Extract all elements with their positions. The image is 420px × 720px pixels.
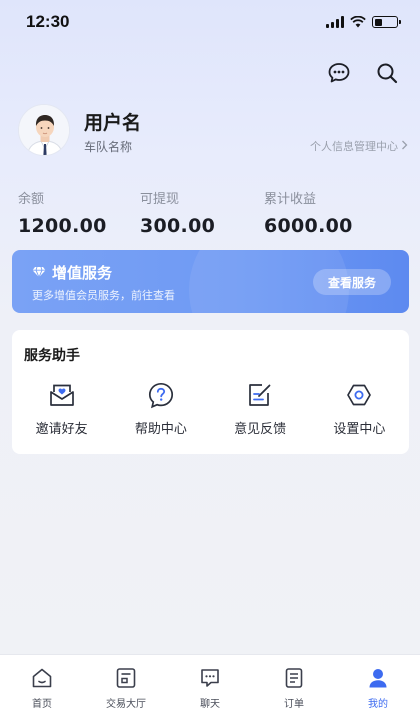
tab-mine[interactable]: 我的	[336, 655, 420, 720]
tab-orders[interactable]: 订单	[252, 655, 336, 720]
team-name: 车队名称	[84, 140, 133, 154]
service-label: 邀请好友	[35, 422, 88, 437]
trading-hall-icon	[113, 665, 139, 691]
tab-label: 我的	[368, 699, 388, 710]
avatar[interactable]	[18, 104, 70, 156]
tab-label: 聊天	[200, 699, 220, 710]
service-settings-center[interactable]: 设置中心	[310, 380, 409, 437]
stat-value: 300.00	[140, 215, 216, 237]
view-services-button[interactable]: 查看服务	[313, 269, 391, 295]
services-title: 服务助手	[24, 348, 80, 364]
help-question-icon	[146, 380, 176, 410]
profile-manage-label: 个人信息管理中心	[310, 140, 398, 153]
profile-header: 用户名 车队名称 个人信息管理中心	[18, 102, 408, 164]
vip-service-card[interactable]: 增值服务 更多增值会员服务，前往查看 查看服务	[12, 250, 409, 313]
diamond-icon	[32, 264, 46, 282]
signal-icon	[326, 16, 344, 28]
invite-envelope-icon	[47, 380, 77, 410]
top-actions	[326, 60, 400, 86]
stat-value: 6000.00	[264, 215, 353, 237]
home-icon	[29, 665, 55, 691]
vip-title-row: 增值服务	[32, 262, 112, 283]
tab-chat[interactable]: 聊天	[168, 655, 252, 720]
settings-hexagon-icon	[344, 380, 374, 410]
battery-icon	[372, 16, 401, 28]
stat-balance[interactable]: 余额 1200.00	[18, 188, 107, 237]
service-grid: 邀请好友 帮助中心 意见反馈 设置中心	[12, 380, 409, 437]
service-feedback[interactable]: 意见反馈	[211, 380, 310, 437]
stat-label: 余额	[18, 192, 45, 207]
service-label: 设置中心	[333, 422, 386, 437]
search-icon[interactable]	[374, 60, 400, 86]
vip-title: 增值服务	[52, 264, 113, 282]
stat-withdrawable[interactable]: 可提现 300.00	[140, 188, 215, 237]
vip-subtitle: 更多增值会员服务，前往查看	[32, 289, 175, 302]
chat-icon	[197, 665, 223, 691]
account-stats: 余额 1200.00 可提现 300.00 累计收益 6000.00	[18, 188, 402, 244]
message-icon[interactable]	[326, 60, 352, 86]
bottom-tab-bar: 首页 交易大厅 聊天 订单 我的	[0, 654, 420, 720]
tab-trading-hall[interactable]: 交易大厅	[84, 655, 168, 720]
chevron-right-icon	[401, 140, 408, 153]
stat-total-earnings[interactable]: 累计收益 6000.00	[264, 188, 353, 237]
profile-icon	[365, 665, 391, 691]
service-label: 帮助中心	[134, 422, 187, 437]
wifi-icon	[350, 13, 366, 32]
tab-label: 交易大厅	[106, 699, 146, 710]
stat-label: 累计收益	[264, 192, 317, 207]
feedback-edit-icon	[245, 380, 275, 410]
user-name: 用户名	[84, 112, 142, 134]
status-icons	[326, 13, 401, 32]
status-bar: 12:30	[0, 0, 420, 44]
tab-label: 订单	[284, 699, 304, 710]
service-invite-friends[interactable]: 邀请好友	[12, 380, 111, 437]
profile-manage-link[interactable]: 个人信息管理中心	[310, 138, 408, 154]
order-icon	[281, 665, 307, 691]
service-assistant-panel: 服务助手 邀请好友 帮助中心 意见反馈 设置中心	[12, 330, 409, 454]
stat-value: 1200.00	[18, 215, 107, 237]
tab-home[interactable]: 首页	[0, 655, 84, 720]
stat-label: 可提现	[140, 192, 180, 207]
tab-label: 首页	[32, 699, 52, 710]
service-help-center[interactable]: 帮助中心	[111, 380, 210, 437]
service-label: 意见反馈	[234, 422, 287, 437]
status-time: 12:30	[26, 12, 70, 31]
